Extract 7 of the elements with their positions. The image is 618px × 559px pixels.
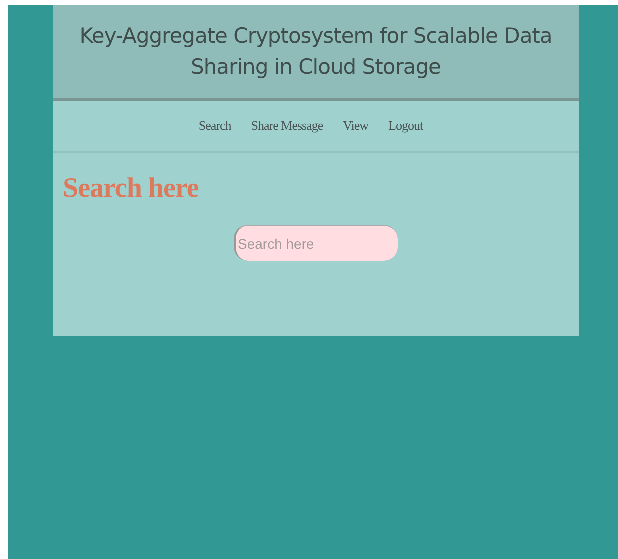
- nav-link[interactable]: View: [343, 118, 369, 134]
- nav-link[interactable]: Logout: [388, 118, 424, 134]
- nav-link[interactable]: Search: [198, 118, 232, 134]
- search-field[interactable]: Search here: [234, 225, 398, 261]
- nav-link[interactable]: Share Message: [251, 118, 324, 134]
- site-title: Key-Aggregate Cryptosystem for Scalable Data Sharing in Cloud Storage: [78, 22, 554, 80]
- page-heading: Search here: [63, 173, 200, 205]
